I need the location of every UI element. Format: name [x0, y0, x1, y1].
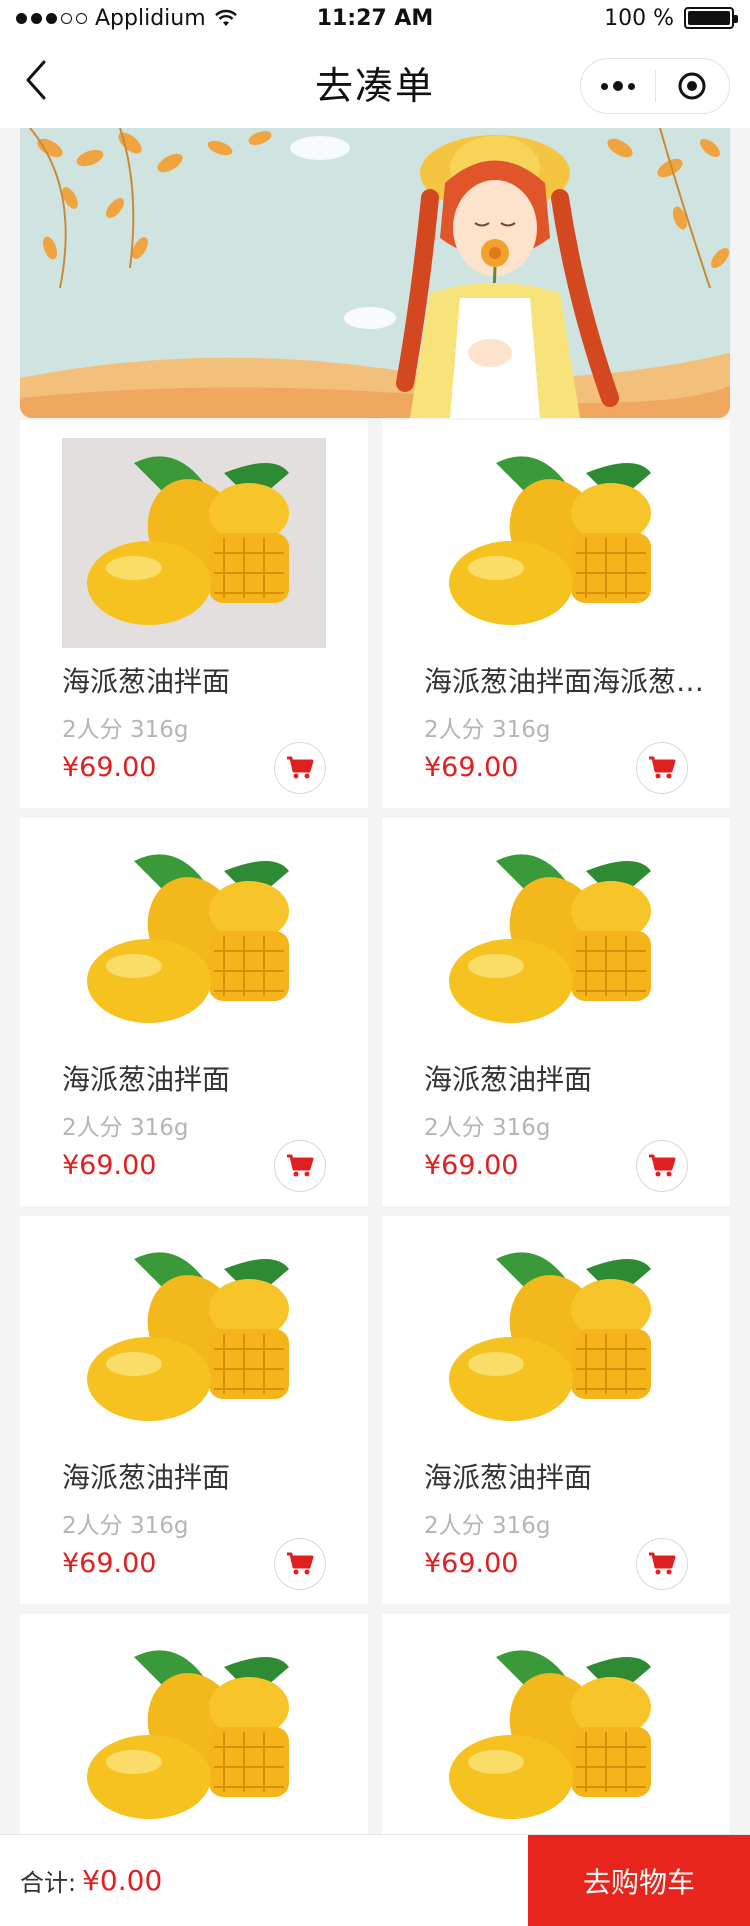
product-price: ¥69.00 — [424, 1150, 519, 1181]
product-card[interactable] — [20, 1614, 368, 1834]
mango-image — [87, 854, 289, 1023]
status-right: 100 % — [604, 5, 738, 31]
cart-icon — [649, 1552, 676, 1575]
product-price: ¥69.00 — [62, 1548, 157, 1579]
nav-bar: 去凑单 — [0, 36, 750, 128]
back-button[interactable] — [14, 58, 58, 102]
battery-percent: 100 % — [604, 5, 674, 31]
product-name: 海派葱油拌面 — [62, 1063, 231, 1096]
product-name: 海派葱油拌面 — [62, 665, 231, 698]
product-spec: 2人分 316g — [424, 1513, 551, 1539]
product-image[interactable] — [62, 438, 326, 648]
mango-image — [87, 1252, 289, 1421]
product-image[interactable] — [424, 1234, 688, 1444]
cart-icon — [287, 756, 314, 779]
product-price: ¥69.00 — [424, 1548, 519, 1579]
more-dots-icon — [600, 81, 635, 91]
add-to-cart-button[interactable] — [274, 742, 326, 794]
product-image[interactable] — [62, 836, 326, 1046]
add-to-cart-button[interactable] — [274, 1140, 326, 1192]
product-card[interactable]: 海派葱油拌面 2人分 316g ¥69.00 — [20, 818, 368, 1206]
product-name: 海派葱油拌面海派葱油拌面 — [424, 665, 714, 698]
product-price: ¥69.00 — [424, 752, 519, 783]
cart-icon — [649, 756, 676, 779]
product-name: 海派葱油拌面 — [424, 1063, 593, 1096]
banner-illustration — [20, 128, 730, 418]
more-button[interactable] — [581, 59, 655, 113]
mini-program-capsule — [580, 58, 730, 114]
product-spec: 2人分 316g — [424, 717, 551, 743]
target-circle-icon — [678, 72, 706, 100]
product-spec: 2人分 316g — [62, 717, 189, 743]
banner-image[interactable] — [20, 128, 730, 418]
wifi-icon — [214, 9, 237, 26]
product-image[interactable] — [424, 438, 688, 648]
product-price: ¥69.00 — [62, 1150, 157, 1181]
add-to-cart-button[interactable] — [636, 1538, 688, 1590]
battery-icon — [684, 7, 738, 29]
cart-icon — [287, 1154, 314, 1177]
page-title: 去凑单 — [314, 63, 435, 108]
mango-image — [449, 854, 651, 1023]
close-button[interactable] — [656, 59, 730, 113]
add-to-cart-button[interactable] — [274, 1538, 326, 1590]
add-to-cart-button[interactable] — [636, 742, 688, 794]
status-time: 11:27 AM — [316, 5, 434, 31]
product-name: 海派葱油拌面 — [424, 1461, 593, 1494]
product-image[interactable] — [424, 1632, 688, 1842]
product-image[interactable] — [424, 836, 688, 1046]
go-to-cart-button[interactable]: 去购物车 — [528, 1835, 750, 1926]
product-spec: 2人分 316g — [424, 1115, 551, 1141]
total-label: 合计: — [20, 1869, 77, 1897]
cart-icon — [649, 1154, 676, 1177]
product-spec: 2人分 316g — [62, 1513, 189, 1539]
product-spec: 2人分 316g — [62, 1115, 189, 1141]
product-card[interactable] — [382, 1614, 730, 1834]
status-bar: Applidium 11:27 AM 100 % — [0, 0, 750, 36]
cart-icon — [287, 1552, 314, 1575]
bottom-bar: 合计: ¥0.00 去购物车 — [0, 1834, 750, 1926]
mango-image — [87, 1650, 289, 1819]
mango-image — [449, 456, 651, 625]
product-price: ¥69.00 — [62, 752, 157, 783]
product-image[interactable] — [62, 1632, 326, 1842]
status-left: Applidium — [16, 6, 238, 31]
product-card[interactable]: 海派葱油拌面 2人分 316g ¥69.00 — [20, 1216, 368, 1604]
mango-image — [449, 1650, 651, 1819]
add-to-cart-button[interactable] — [636, 1140, 688, 1192]
product-name: 海派葱油拌面 — [62, 1461, 231, 1494]
product-card[interactable]: 海派葱油拌面 2人分 316g ¥69.00 — [382, 1216, 730, 1604]
signal-icon — [16, 12, 87, 24]
product-image[interactable] — [62, 1234, 326, 1444]
carrier-name: Applidium — [95, 5, 206, 31]
product-card[interactable]: 海派葱油拌面 2人分 316g ¥69.00 — [20, 420, 368, 808]
total-amount: ¥0.00 — [82, 1864, 163, 1897]
chevron-left-icon — [26, 60, 46, 100]
product-card[interactable]: 海派葱油拌面海派葱油拌面 2人分 316g ¥69.00 — [382, 420, 730, 808]
mango-image — [87, 456, 289, 625]
product-card[interactable]: 海派葱油拌面 2人分 316g ¥69.00 — [382, 818, 730, 1206]
mango-image — [449, 1252, 651, 1421]
